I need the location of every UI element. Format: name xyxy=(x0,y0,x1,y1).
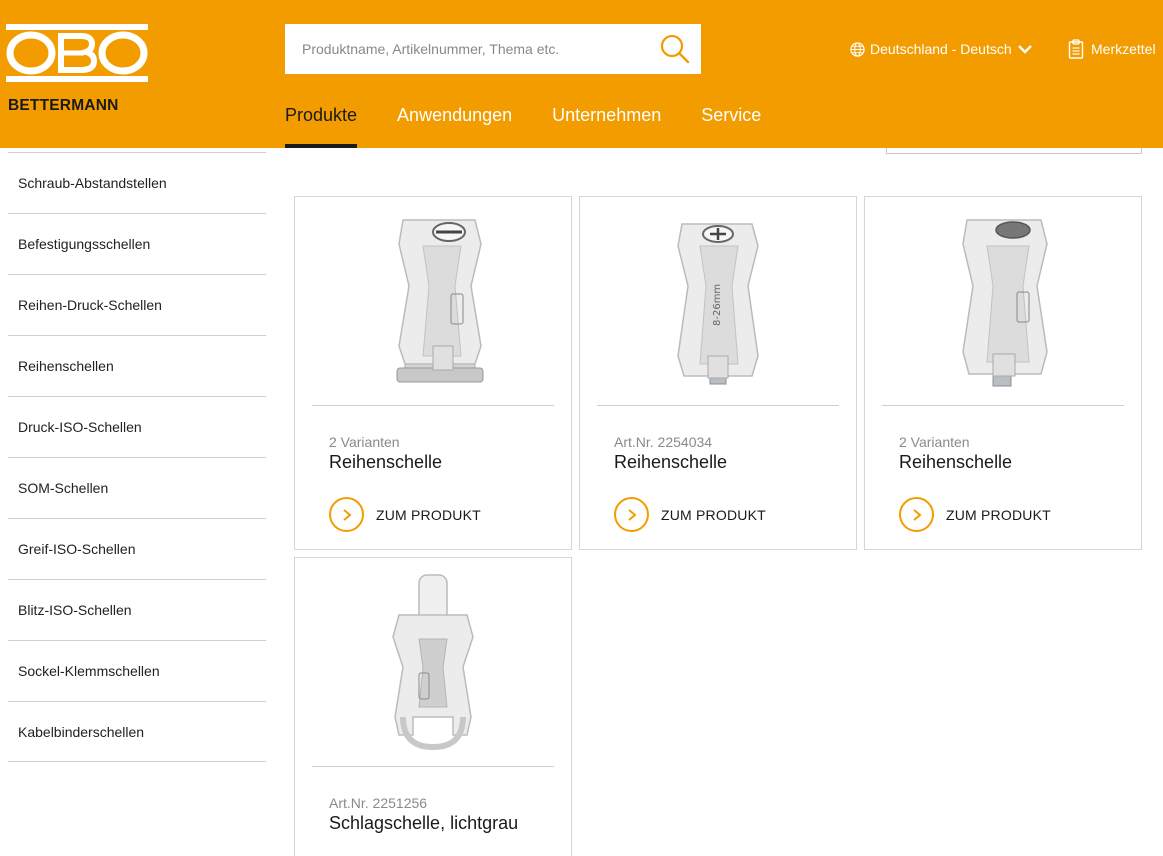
search-bar xyxy=(285,24,701,74)
product-title[interactable]: Reihenschelle xyxy=(329,452,442,473)
zum-produkt-label: ZUM PRODUKT xyxy=(946,506,1051,523)
chevron-right-icon xyxy=(899,497,934,532)
zum-produkt-button[interactable]: ZUM PRODUKT xyxy=(614,497,766,532)
product-image[interactable] xyxy=(865,197,1141,405)
zum-produkt-button[interactable]: ZUM PRODUKT xyxy=(899,497,1051,532)
sidebar-item-blitz-iso-schellen[interactable]: Blitz-ISO-Schellen xyxy=(8,579,266,640)
category-sidebar: Schraub-Abstandstellen Befestigungsschel… xyxy=(8,152,266,762)
obo-logo-mark xyxy=(6,24,148,82)
product-meta: Art.Nr. 2254034 xyxy=(614,434,713,450)
search-input[interactable] xyxy=(285,24,645,74)
site-header: BETTERMANN Deutschland - Deutsch xyxy=(0,0,1163,148)
chevron-right-icon xyxy=(614,497,649,532)
globe-icon xyxy=(850,41,865,57)
sidebar-item-kabelbinderschellen[interactable]: Kabelbinderschellen xyxy=(8,701,266,762)
zum-produkt-label: ZUM PRODUKT xyxy=(376,506,481,523)
nav-item-service[interactable]: Service xyxy=(701,101,761,148)
product-meta: 2 Varianten xyxy=(899,434,970,450)
sidebar-item-druck-iso-schellen[interactable]: Druck-ISO-Schellen xyxy=(8,396,266,457)
card-divider xyxy=(312,405,554,406)
zum-produkt-button[interactable]: ZUM PRODUKT xyxy=(329,497,481,532)
card-divider xyxy=(882,405,1124,406)
sidebar-item-reihen-druck-schellen[interactable]: Reihen-Druck-Schellen xyxy=(8,274,266,335)
product-card[interactable]: 2 Varianten Reihenschelle ZUM PRODUKT xyxy=(294,196,572,550)
main-nav: Produkte Anwendungen Unternehmen Service xyxy=(285,101,801,148)
sidebar-item-greif-iso-schellen[interactable]: Greif-ISO-Schellen xyxy=(8,518,266,579)
sidebar-item-reihenschellen[interactable]: Reihenschellen xyxy=(8,335,266,396)
nav-item-produkte[interactable]: Produkte xyxy=(285,101,358,148)
nav-item-unternehmen[interactable]: Unternehmen xyxy=(552,101,661,148)
card-divider xyxy=(597,405,839,406)
product-card[interactable]: 2 Varianten Reihenschelle ZUM PRODUKT xyxy=(864,196,1142,550)
product-image-reihenschelle-2: 8-26mm xyxy=(677,223,759,385)
product-image[interactable] xyxy=(295,197,571,405)
search-button[interactable] xyxy=(657,32,693,66)
card-divider xyxy=(312,766,554,767)
filter-dropdown-edge[interactable] xyxy=(886,148,1142,154)
product-image-reihenschelle-3 xyxy=(962,219,1048,387)
product-meta: Art.Nr. 2251256 xyxy=(329,795,428,811)
sidebar-item-som-schellen[interactable]: SOM-Schellen xyxy=(8,457,266,518)
clip-marking-label: 8-26mm xyxy=(712,284,723,326)
sidebar-item-befestigungsschellen[interactable]: Befestigungsschellen xyxy=(8,213,266,274)
product-image[interactable]: 8-26mm xyxy=(580,197,856,405)
sidebar-item-sockel-klemmschellen[interactable]: Sockel-Klemmschellen xyxy=(8,640,266,701)
product-image-reihenschelle-1 xyxy=(396,219,484,383)
sidebar-item-schraub-abstandstellen[interactable]: Schraub-Abstandstellen xyxy=(8,152,266,213)
merkzettel-label: Merkzettel xyxy=(1091,41,1156,57)
product-card[interactable]: 8-26mm Art.Nr. 2254034 Reihenschelle ZUM… xyxy=(579,196,857,550)
chevron-down-icon xyxy=(1017,43,1033,55)
product-meta: 2 Varianten xyxy=(329,434,400,450)
country-selector[interactable]: Deutschland - Deutsch xyxy=(850,39,1033,59)
logo-subtitle: BETTERMANN xyxy=(8,97,119,114)
product-image-schlagschelle xyxy=(392,574,474,751)
product-title[interactable]: Schlagschelle, lichtgrau xyxy=(329,813,518,834)
chevron-right-icon xyxy=(329,497,364,532)
product-card[interactable]: Art.Nr. 2251256 Schlagschelle, lichtgrau xyxy=(294,557,572,856)
zum-produkt-label: ZUM PRODUKT xyxy=(661,506,766,523)
obo-logo[interactable]: BETTERMANN xyxy=(6,24,148,116)
nav-item-anwendungen[interactable]: Anwendungen xyxy=(397,101,512,148)
clipboard-icon xyxy=(1068,39,1084,59)
country-label: Deutschland - Deutsch xyxy=(870,41,1012,57)
merkzettel-link[interactable]: Merkzettel xyxy=(1068,38,1156,60)
search-icon xyxy=(660,34,690,64)
product-image[interactable] xyxy=(295,558,571,766)
product-title[interactable]: Reihenschelle xyxy=(899,452,1012,473)
product-title[interactable]: Reihenschelle xyxy=(614,452,727,473)
